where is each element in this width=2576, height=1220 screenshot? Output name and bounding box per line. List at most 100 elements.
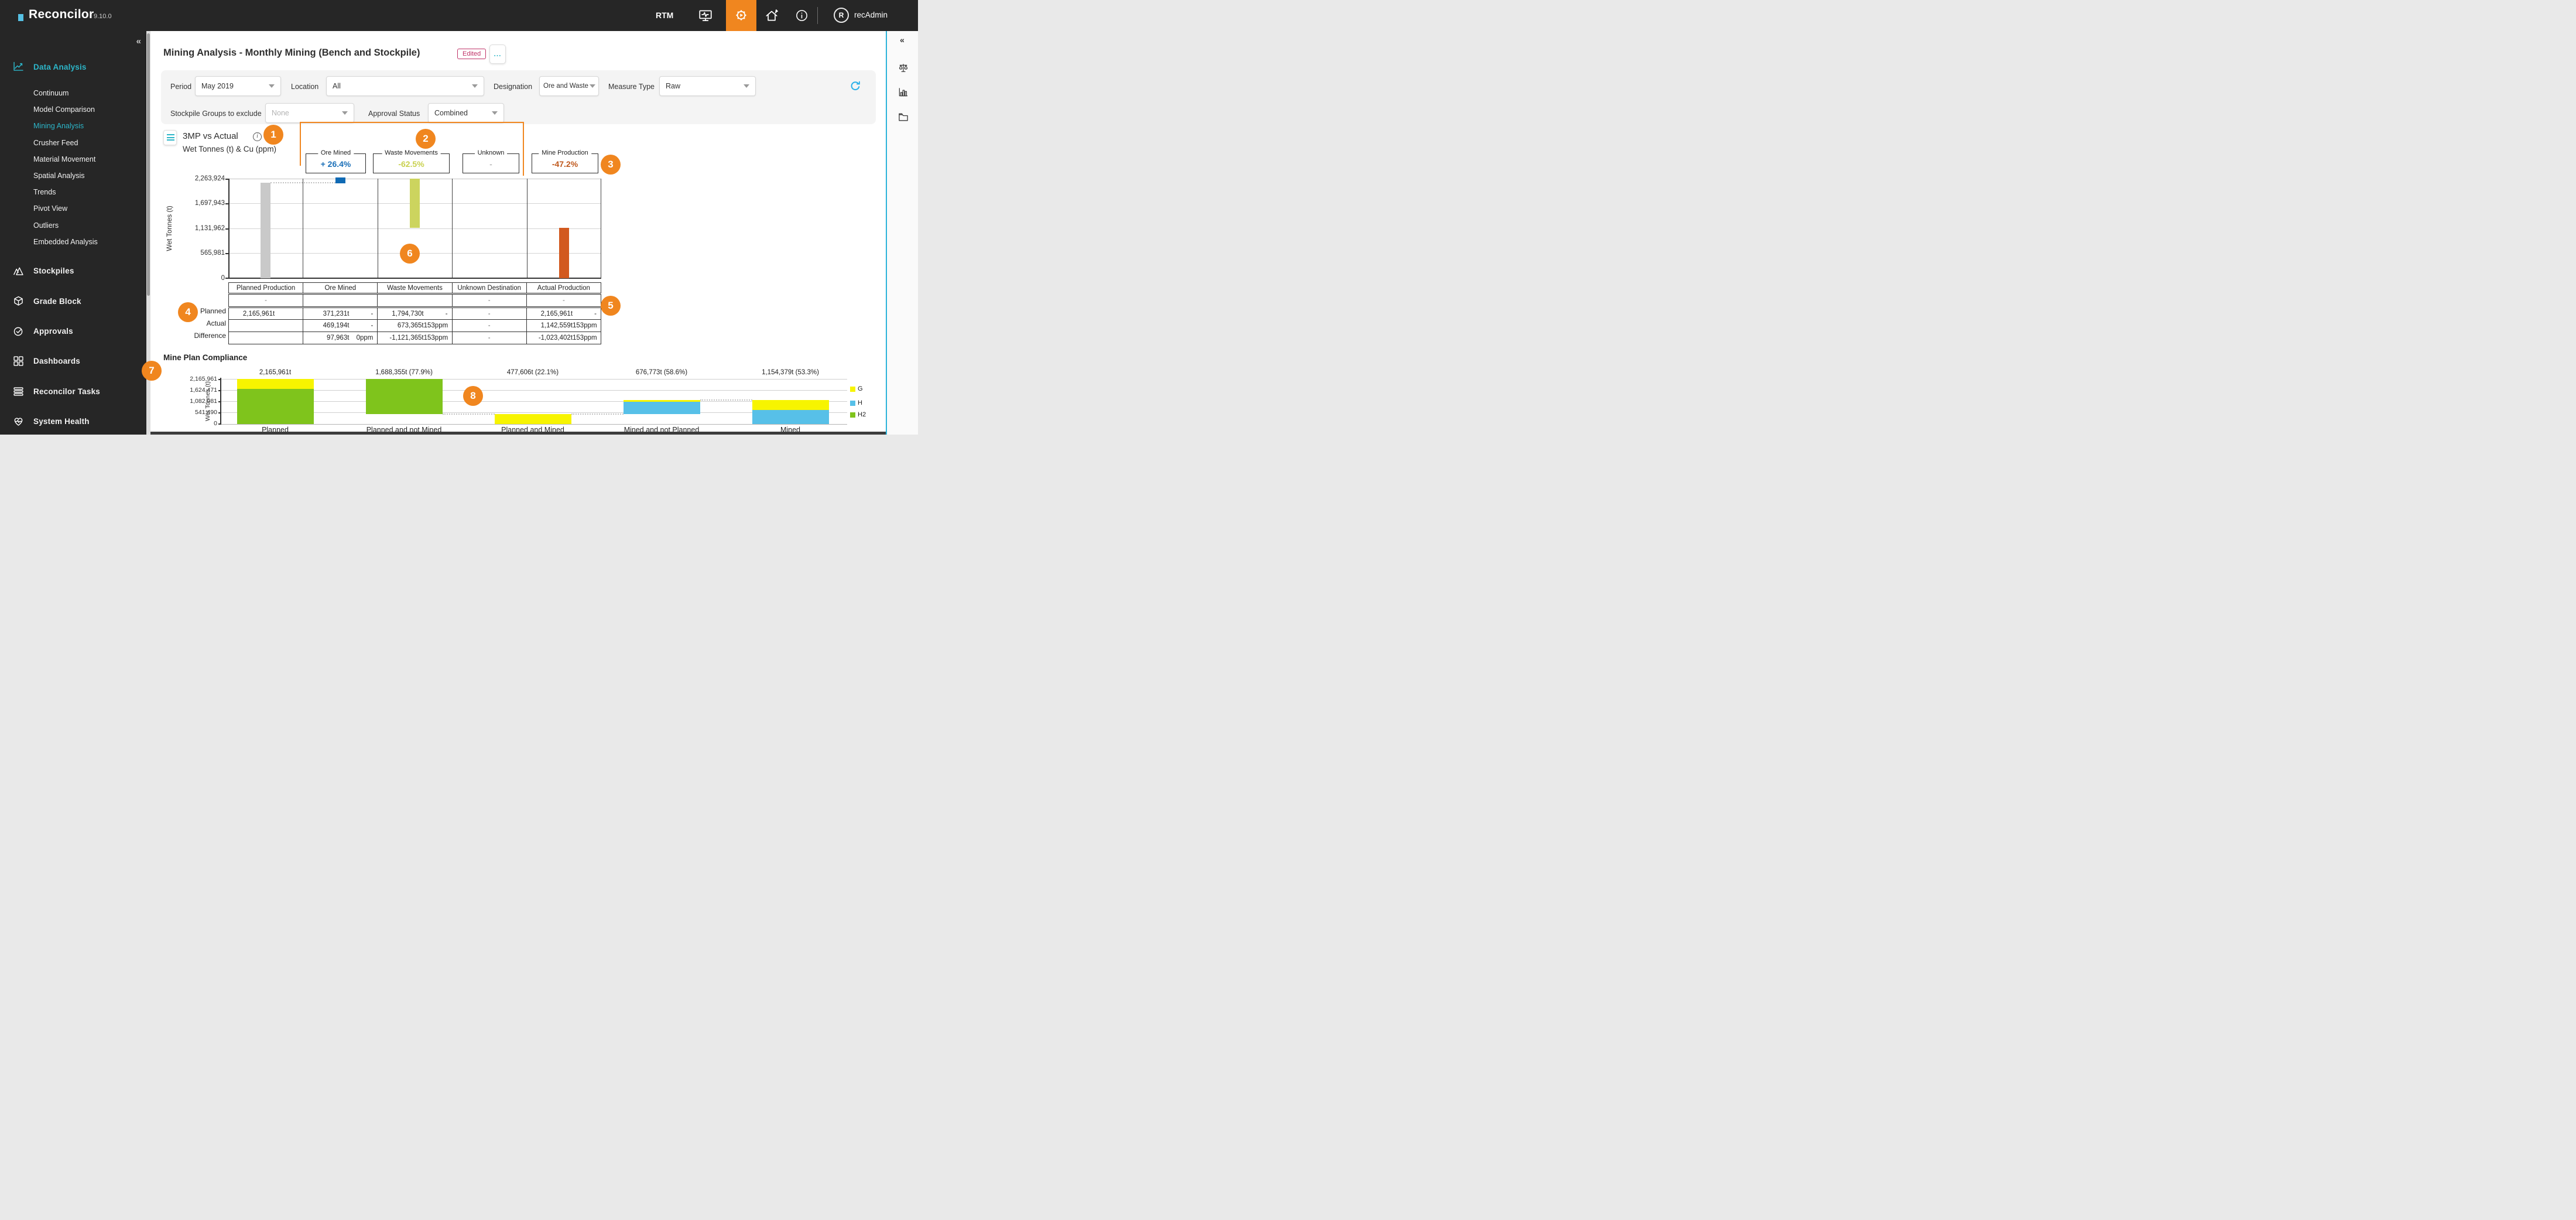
bar-chart-icon[interactable] — [898, 86, 909, 98]
bar-planned-production[interactable] — [261, 183, 270, 278]
compliance-bar-mined-G[interactable] — [752, 400, 829, 410]
bar-value-label: 1,154,379t (53.3%) — [762, 369, 819, 376]
compliance-bar-mined-not-planned-H[interactable] — [624, 402, 700, 414]
sidebar-item-dashboards[interactable]: Dashboards — [33, 357, 80, 365]
more-options-button[interactable]: ... — [489, 45, 506, 64]
sidebar-item-spatial-analysis[interactable]: Spatial Analysis — [33, 172, 85, 180]
y-tick: 565,981 — [200, 250, 225, 257]
chart1-plot-area — [228, 177, 601, 279]
username[interactable]: recAdmin — [854, 11, 888, 19]
sidebar-item-reconcilor-tasks[interactable]: Reconcilor Tasks — [33, 387, 100, 396]
cell-value: - — [488, 322, 491, 329]
sidebar-item-mining-analysis[interactable]: Mining Analysis — [33, 122, 84, 130]
home-pin-icon[interactable] — [764, 8, 779, 23]
balance-scales-icon[interactable] — [898, 62, 909, 74]
callout-bracket-right — [523, 122, 524, 176]
refresh-icon[interactable] — [849, 80, 862, 93]
gridline — [221, 424, 847, 425]
sidebar-item-continuum[interactable]: Continuum — [33, 89, 68, 97]
sidebar-item-crusher-feed[interactable]: Crusher Feed — [33, 139, 78, 147]
bar-waste-movements[interactable] — [410, 179, 420, 228]
chevron-down-icon — [269, 84, 275, 88]
right-panel-collapse-button[interactable]: « — [900, 35, 905, 45]
sidebar-item-approvals[interactable]: Approvals — [33, 327, 73, 336]
sidebar-item-data-analysis[interactable]: Data Analysis — [33, 63, 87, 71]
y-tick: 1,697,943 — [194, 200, 225, 207]
sidebar-collapse-button[interactable]: « — [136, 36, 141, 46]
bar-value-label: 1,688,355t (77.9%) — [375, 369, 433, 376]
compliance-bar-mined-H[interactable] — [752, 410, 829, 424]
sub-cell: - — [526, 293, 602, 308]
col-header: Waste Movements — [377, 282, 453, 295]
summary-box-label: Ore Mined — [317, 149, 354, 156]
location-dropdown[interactable]: All — [326, 76, 484, 96]
horizontal-scrollbar[interactable] — [150, 432, 886, 435]
sidebar-scrollbar-thumb[interactable] — [147, 33, 150, 296]
summary-box-value: - — [489, 159, 492, 169]
bar-value-label: 2,165,961t — [259, 369, 292, 376]
callout-bracket-left — [300, 122, 301, 166]
sidebar-item-trends[interactable]: Trends — [33, 188, 56, 196]
summary-box-value: -47.2% — [551, 159, 578, 169]
check-circle-icon — [12, 325, 25, 337]
summary-box-label: Waste Movements — [382, 149, 441, 156]
cell-grade: 153ppm — [423, 334, 448, 341]
measure-type-dropdown[interactable]: Raw — [659, 76, 756, 96]
waterfall-connector — [571, 413, 624, 415]
compliance-bar-planned-and-mined-G[interactable] — [495, 414, 571, 424]
chevron-down-icon — [342, 111, 348, 115]
legend-label: H2 — [858, 411, 866, 418]
compliance-y-axis-line — [220, 378, 221, 425]
sidebar-item-stockpiles[interactable]: Stockpiles — [33, 266, 74, 275]
sidebar-item-grade-block[interactable]: Grade Block — [33, 297, 81, 306]
gridline — [221, 379, 847, 380]
cell-value: - — [488, 334, 491, 341]
folder-icon[interactable] — [898, 111, 909, 123]
sidebar-item-system-health[interactable]: System Health — [33, 417, 90, 426]
chart-menu-button[interactable] — [163, 130, 177, 145]
avatar[interactable]: R — [834, 8, 849, 23]
y-tick: 0 — [214, 420, 217, 427]
callout-bracket-top — [300, 122, 524, 123]
annotation-circle-7: 7 — [142, 361, 162, 381]
summary-box-ore-mined: Ore Mined + 26.4% — [306, 149, 366, 173]
monitor-pulse-icon[interactable] — [698, 8, 713, 23]
info-icon[interactable] — [794, 8, 810, 23]
sidebar-item-material-movement[interactable]: Material Movement — [33, 155, 95, 163]
annotation-circle-6: 6 — [400, 244, 420, 264]
cell-grade: 153ppm — [573, 334, 597, 341]
sub-cell: - — [451, 293, 527, 308]
compliance-bar-planned-H2[interactable] — [237, 389, 314, 424]
stockpiles-icon — [12, 265, 25, 277]
summary-box-waste-movements: Waste Movements -62.5% — [373, 149, 450, 173]
settings-tab-active[interactable] — [726, 0, 756, 31]
cell-value: 2,165,961t — [540, 310, 573, 317]
row-label-actual: Actual — [206, 319, 226, 327]
period-dropdown[interactable]: May 2019 — [195, 76, 281, 96]
sidebar-item-model-comparison[interactable]: Model Comparison — [33, 105, 95, 114]
rtm-label[interactable]: RTM — [656, 11, 673, 20]
bar-value-label: 676,773t (58.6%) — [635, 369, 688, 376]
stockpile-groups-dropdown[interactable]: None — [265, 103, 354, 123]
approval-status-dropdown[interactable]: Combined — [428, 103, 504, 123]
bar-ore-mined[interactable] — [335, 177, 345, 183]
table-row-difference: 97,963t 0ppm -1,121,365t 153ppm - -1,023,4… — [228, 332, 602, 344]
sidebar-item-outliers[interactable]: Outliers — [33, 221, 59, 230]
sidebar-item-pivot-view[interactable]: Pivot View — [33, 204, 67, 213]
compliance-bar-planned-not-mined-H2[interactable] — [366, 379, 443, 414]
compliance-bar-planned-G[interactable] — [237, 379, 314, 389]
stockpile-groups-label: Stockpile Groups to exclude — [170, 110, 262, 118]
legend-item-G: G — [850, 385, 863, 392]
table-header-row: Planned Production Ore Mined Waste Movem… — [228, 282, 602, 295]
y-axis-line — [228, 179, 229, 278]
summary-box-value: + 26.4% — [320, 159, 351, 169]
sidebar-item-embedded-analysis[interactable]: Embedded Analysis — [33, 238, 98, 246]
y-tick: 1,624,471 — [190, 387, 217, 394]
dashboards-grid-icon — [12, 355, 25, 367]
y-tick: 541,490 — [195, 409, 217, 416]
designation-dropdown[interactable]: Ore and Waste — [539, 76, 599, 96]
bar-actual-production[interactable] — [559, 228, 569, 278]
chevron-down-icon — [589, 84, 595, 88]
chart1-info-icon[interactable]: i — [253, 132, 262, 141]
sidebar: « Data Analysis Continuum Model Comparis… — [0, 31, 150, 435]
